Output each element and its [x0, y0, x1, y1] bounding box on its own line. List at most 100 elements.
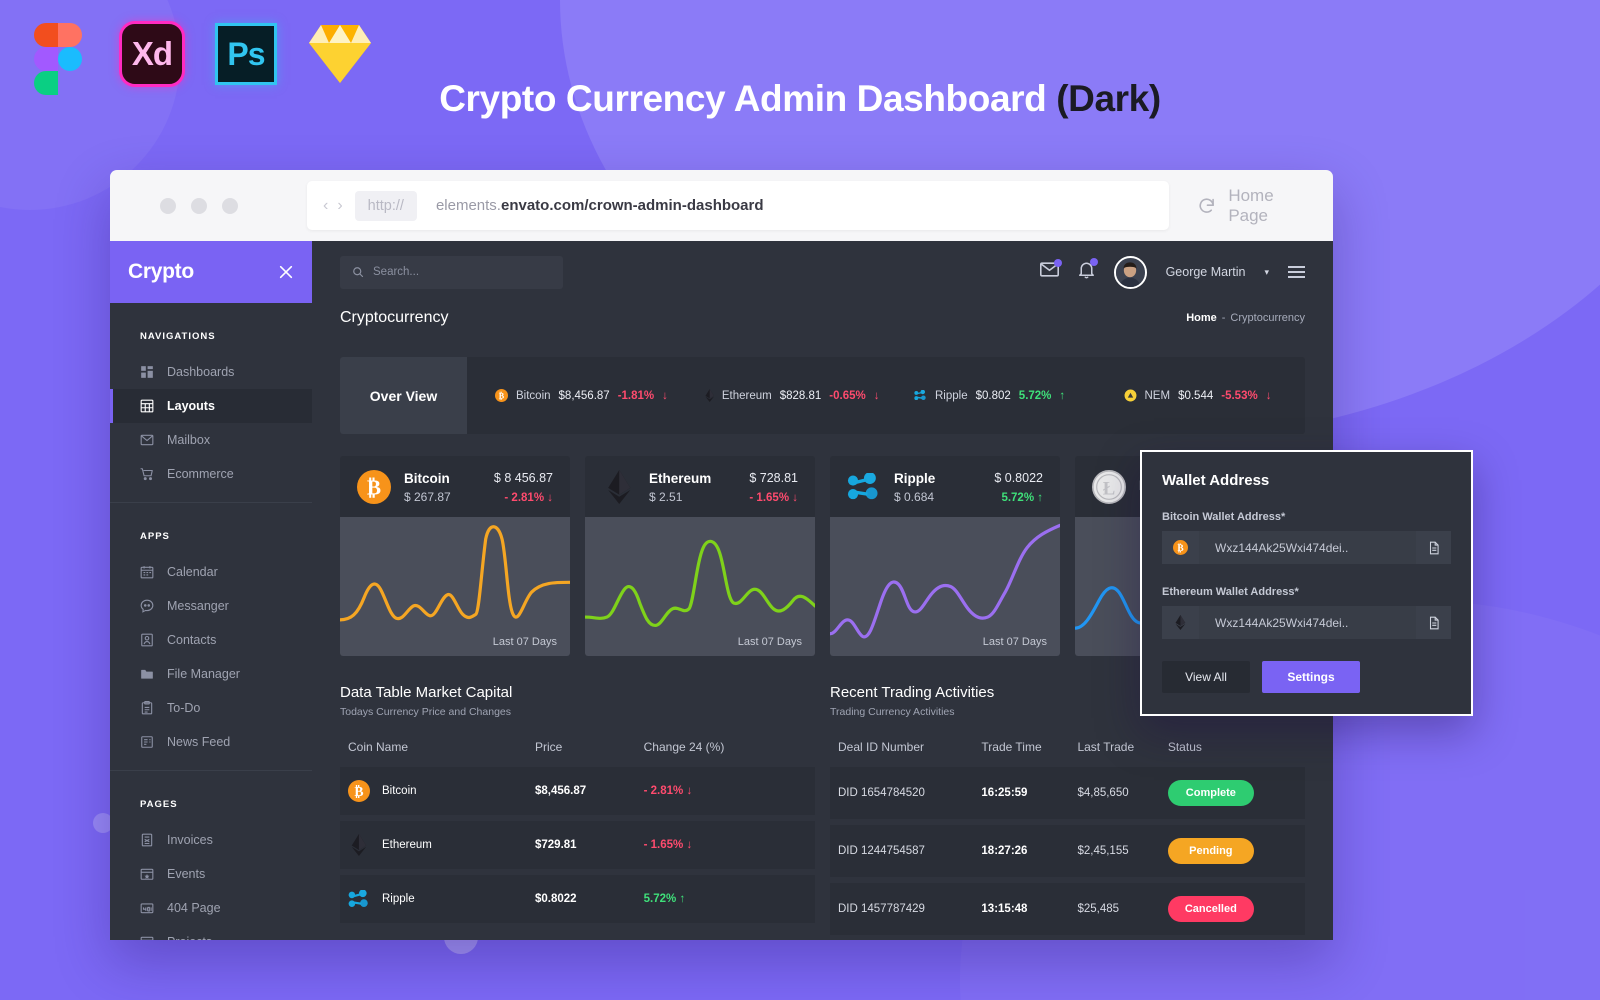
table-row[interactable]: DID 1654784520 16:25:59 $4,85,650 Comple…	[830, 767, 1305, 822]
ripple-icon	[348, 888, 370, 910]
messages-button[interactable]	[1039, 259, 1062, 282]
ticker-item-ethereum[interactable]: Ethereum $828.81 -0.65% ↓	[677, 389, 887, 402]
table-row[interactable]: DID 1457787429 13:15:48 $25,485 Cancelle…	[830, 880, 1305, 935]
table-row[interactable]: DID 1244754587 18:27:26 $2,45,155 Pendin…	[830, 822, 1305, 880]
sidebar-item-mailbox[interactable]: Mailbox	[110, 423, 312, 457]
settings-button[interactable]: Settings	[1262, 661, 1360, 693]
chat-icon	[140, 599, 154, 613]
card-sparkline-chart: Last 07 Days	[830, 517, 1060, 656]
browser-nav-arrows[interactable]: ‹ ›	[317, 197, 349, 215]
copy-file-icon[interactable]	[1416, 606, 1451, 639]
ticker-item-ripple[interactable]: Ripple $0.802 5.72% ↑	[886, 390, 1096, 402]
trading-time: 18:27:26	[981, 845, 1028, 857]
ticker-coin-name: NEM	[1144, 389, 1171, 402]
table-row[interactable]: Ethereum $729.81 - 1.65% ↓	[340, 818, 815, 872]
ticker-coin-change: -5.53%	[1221, 389, 1258, 402]
card-coin-change: - 2.81% ↓	[494, 492, 553, 504]
contact-card-icon	[140, 633, 154, 647]
card-name-block: Ethereum $ 2.51	[649, 471, 736, 504]
back-icon[interactable]: ‹	[323, 197, 328, 215]
svg-text:₿: ₿	[499, 390, 505, 400]
table-row[interactable]: ₿ Bitcoin $8,456.87 - 2.81% ↓	[340, 767, 815, 818]
bitcoin-icon: ₿	[495, 389, 508, 402]
notifications-button[interactable]	[1078, 257, 1098, 284]
user-name[interactable]: George Martin	[1166, 265, 1246, 279]
trading-deal-id: DID 1244754587	[838, 845, 925, 857]
sketch-icon	[309, 25, 371, 83]
sidebar-item-ecommerce[interactable]: Ecommerce	[110, 457, 312, 491]
sidebar-item-dashboards[interactable]: Dashboards	[110, 355, 312, 389]
bitcoin-icon: ₿	[1162, 531, 1199, 564]
table-row[interactable]: Ripple $0.8022 5.72% ↑	[340, 872, 815, 923]
svg-text:₿: ₿	[367, 476, 381, 500]
market-change: - 2.81% ↓	[644, 767, 815, 818]
wallet-address-input[interactable]: Wxz144Ak25Wxi474dei..	[1162, 606, 1451, 639]
trading-time: 16:25:59	[981, 787, 1028, 799]
close-window-dot[interactable]	[160, 197, 176, 214]
chevron-down-icon[interactable]: ▾	[1264, 267, 1269, 278]
sidebar-section-apps: APPS Calendar Messanger Contacts File Manage…	[110, 503, 312, 771]
avatar[interactable]	[1113, 255, 1147, 289]
market-column-header: Coin Name	[348, 740, 409, 754]
sidebar-item-events[interactable]: Events	[110, 857, 312, 891]
card-name-block: Ripple $ 0.684	[894, 471, 981, 504]
window-controls[interactable]	[160, 197, 238, 214]
wallet-field-label: Bitcoin Wallet Address*	[1162, 511, 1286, 523]
sidebar-brand[interactable]: Crypto	[110, 241, 312, 303]
crypto-card-ripple[interactable]: Ripple $ 0.684 $ 0.8022 5.72% ↑ Last 07 …	[830, 456, 1060, 656]
bitcoin-icon: ₿	[348, 780, 370, 802]
ripple-icon	[847, 470, 881, 504]
view-all-button[interactable]: View All	[1162, 661, 1250, 693]
sidebar-item-label: Layouts	[167, 399, 215, 413]
sidebar-item-to-do[interactable]: To-Do	[110, 691, 312, 725]
sidebar-item-file-manager[interactable]: File Manager	[110, 657, 312, 691]
market-table-body: ₿ Bitcoin $8,456.87 - 2.81% ↓ Ethereum $…	[340, 767, 815, 923]
forward-icon[interactable]: ›	[337, 197, 342, 215]
crypto-card-bitcoin[interactable]: ₿ Bitcoin $ 267.87 $ 8 456.87 - 2.81% ↓ …	[340, 456, 570, 656]
address-bar[interactable]: ‹ › http:// elements.envato.com/crown-ad…	[307, 181, 1169, 230]
card-change-arrow-icon: ↓	[792, 491, 798, 504]
sidebar-item-404-page[interactable]: 404 Page	[110, 891, 312, 925]
reload-icon[interactable]	[1197, 196, 1216, 216]
overview-label[interactable]: Over View	[340, 357, 467, 434]
sidebar-item-news-feed[interactable]: News Feed	[110, 725, 312, 759]
url-text[interactable]: elements.envato.com/crown-admin-dashboar…	[436, 197, 764, 214]
ticker-item-bitcoin[interactable]: ₿ Bitcoin $8,456.87 -1.81% ↓	[467, 389, 677, 402]
sidebar-item-messanger[interactable]: Messanger	[110, 589, 312, 623]
hamburger-menu-icon[interactable]	[1288, 266, 1305, 278]
ticker-change-arrow-icon: ↓	[1265, 389, 1272, 402]
card-chart-caption: Last 07 Days	[982, 636, 1047, 648]
copy-file-icon[interactable]	[1416, 531, 1451, 564]
ticker-coin-change: -1.81%	[617, 389, 655, 402]
wallet-address-value[interactable]: Wxz144Ak25Wxi474dei..	[1199, 531, 1416, 564]
sidebar-item-label: Dashboards	[167, 365, 235, 379]
card-coin-name: Ethereum	[649, 470, 712, 486]
wallet-fields: Bitcoin Wallet Address* ₿ Wxz144Ak25Wxi4…	[1162, 511, 1451, 639]
sidebar-item-projects[interactable]: Projects	[110, 925, 312, 940]
wallet-address-input[interactable]: ₿ Wxz144Ak25Wxi474dei..	[1162, 531, 1451, 564]
section-title: Cryptocurrency	[340, 309, 449, 326]
card-sparkline-chart: Last 07 Days	[340, 517, 570, 656]
trading-column-header: Trade Time	[981, 740, 1042, 754]
tools-icon[interactable]	[278, 264, 294, 280]
sidebar-item-calendar[interactable]: Calendar	[110, 555, 312, 589]
event-icon	[140, 867, 154, 881]
breadcrumb-home[interactable]: Home	[1186, 312, 1217, 324]
ticker-coin-name: Ripple	[935, 389, 968, 402]
search-input[interactable]: Search...	[340, 255, 563, 289]
market-coin-cell: Ethereum	[340, 818, 535, 872]
minimize-window-dot[interactable]	[191, 197, 207, 214]
sidebar-item-layouts[interactable]: Layouts	[110, 389, 312, 423]
sidebar-item-invoices[interactable]: Invoices	[110, 823, 312, 857]
ticker-item-nem[interactable]: NEM $0.544 -5.53% ↓	[1096, 389, 1306, 402]
wallet-address-value[interactable]: Wxz144Ak25Wxi474dei..	[1199, 606, 1416, 639]
market-panel-title: Data Table Market Capital	[340, 684, 513, 701]
home-page-label[interactable]: Home Page	[1228, 186, 1315, 226]
card-change-arrow-icon: ↓	[547, 491, 553, 504]
maximize-window-dot[interactable]	[222, 197, 238, 214]
protocol-chip: http://	[354, 190, 417, 221]
sidebar-item-contacts[interactable]: Contacts	[110, 623, 312, 657]
crypto-card-ethereum[interactable]: Ethereum $ 2.51 $ 728.81 - 1.65% ↓ Last …	[585, 456, 815, 656]
ethereum-icon	[348, 834, 370, 856]
home-page-control[interactable]: Home Page	[1197, 186, 1315, 226]
